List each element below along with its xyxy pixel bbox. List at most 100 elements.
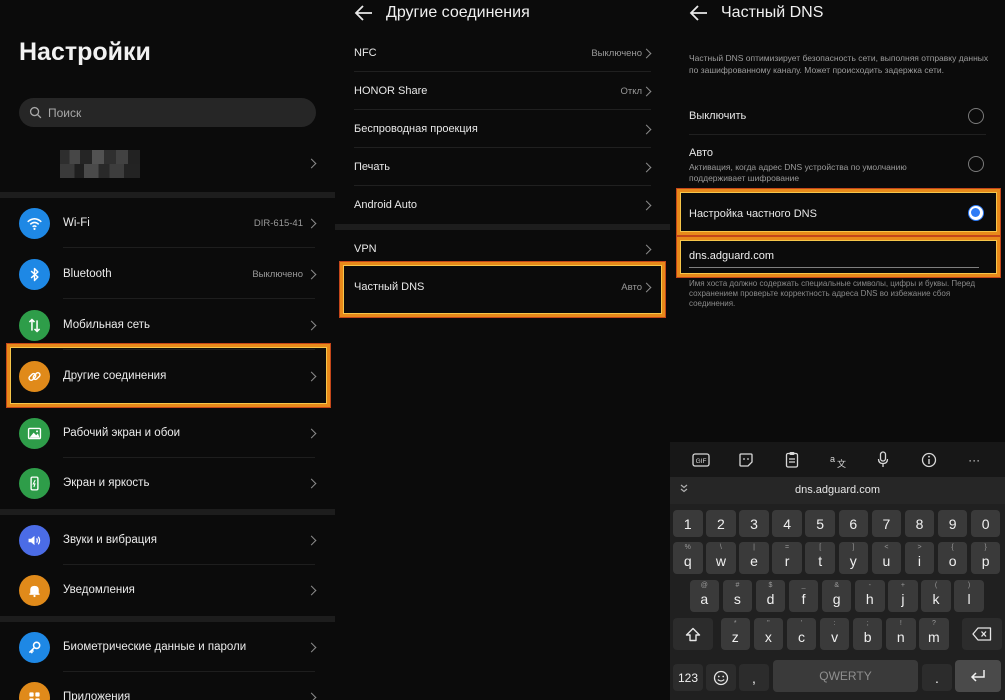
back-arrow-icon[interactable] <box>354 4 374 22</box>
key-v[interactable]: :v <box>819 618 850 650</box>
blurred-account-name <box>60 150 140 178</box>
settings-item-sounds[interactable]: Звуки и вибрация <box>0 515 335 565</box>
radio-auto[interactable] <box>968 156 984 172</box>
key-m[interactable]: ? m <box>919 618 949 650</box>
shift-key[interactable] <box>673 618 713 650</box>
account-row[interactable] <box>0 140 335 186</box>
list-item-printing[interactable]: Печать <box>335 148 670 186</box>
key-b[interactable]: ; b <box>852 618 883 650</box>
key-6[interactable]: 6 <box>838 510 869 537</box>
list-item-wireless-projection[interactable]: Беспроводная проекция <box>335 110 670 148</box>
list-item-android-auto[interactable]: Android Auto <box>335 186 670 224</box>
key-x[interactable]: " x <box>753 618 784 650</box>
key-o[interactable]: {o <box>937 542 968 574</box>
list-item-label: NFC <box>354 47 377 59</box>
key-label: w <box>715 553 726 569</box>
key-d[interactable]: $ d <box>755 580 786 612</box>
key-l[interactable]: ) l <box>954 580 984 612</box>
emoji-key[interactable] <box>706 664 736 691</box>
key-123[interactable]: 123 <box>673 664 703 691</box>
list-item-nfc[interactable]: NFC Выключено <box>335 34 670 72</box>
settings-item-notifications[interactable]: Уведомления <box>0 565 335 615</box>
microphone-icon[interactable] <box>872 450 894 470</box>
radio-custom[interactable] <box>968 205 984 221</box>
key-n[interactable]: ! n <box>886 618 916 650</box>
settings-item-label: Экран и яркость <box>63 477 150 489</box>
settings-item-other-connections[interactable]: Другие соединения <box>0 351 335 401</box>
svg-text:GIF: GIF <box>695 458 706 465</box>
key-a[interactable]: @ a <box>689 580 720 612</box>
back-arrow-icon[interactable] <box>689 4 709 22</box>
key-c[interactable]: ' c <box>786 618 817 650</box>
key-f[interactable]: _ f <box>788 580 819 612</box>
key-1[interactable]: 1 <box>673 510 703 537</box>
key-7[interactable]: 7 <box>871 510 902 537</box>
key-4[interactable]: 4 <box>772 510 802 537</box>
hint-text: Имя хоста должно содержать специальные с… <box>689 279 975 308</box>
dns-hostname-input[interactable] <box>689 244 979 268</box>
backspace-icon <box>972 627 992 641</box>
key-i[interactable]: > i <box>904 542 935 574</box>
key-8[interactable]: 8 <box>904 510 935 537</box>
list-item-private-dns[interactable]: Частный DNS Авто <box>335 268 670 306</box>
enter-key[interactable] <box>955 660 1001 692</box>
key-secondary-label: ' <box>800 620 803 627</box>
settings-item-label: Звуки и вибрация <box>63 534 157 546</box>
key-u[interactable]: < u <box>871 542 902 574</box>
key-y[interactable]: ] y <box>838 542 869 574</box>
key-label: q <box>683 553 692 569</box>
key-g[interactable]: & g <box>821 580 852 612</box>
more-icon[interactable]: ··· <box>963 450 985 470</box>
settings-item-display[interactable]: Экран и яркость <box>0 458 335 508</box>
translate-icon[interactable]: a文 <box>826 450 848 470</box>
key-s[interactable]: # s <box>722 580 753 612</box>
backspace-key[interactable] <box>962 618 1002 650</box>
settings-item-home-screen[interactable]: Рабочий экран и обои <box>0 408 335 458</box>
space-key[interactable]: QWERTY <box>773 660 918 692</box>
key-t[interactable]: [t <box>805 542 835 574</box>
key-q[interactable]: % q <box>673 542 703 574</box>
key-3[interactable]: 3 <box>739 510 769 537</box>
bell-icon <box>19 574 50 606</box>
chevron-right-icon <box>306 320 317 330</box>
clipboard-icon[interactable] <box>781 450 803 470</box>
key-k[interactable]: (k <box>921 580 951 612</box>
settings-item-mobile[interactable]: Мобильная сеть <box>0 300 335 350</box>
key-h[interactable]: -h <box>855 580 885 612</box>
list-item-vpn[interactable]: VPN <box>335 230 670 268</box>
key-comma[interactable]: , <box>739 664 769 691</box>
key-2[interactable]: 2 <box>706 510 736 537</box>
list-item-label: Печать <box>354 161 391 173</box>
key-secondary-label: @ <box>700 582 708 589</box>
key-period[interactable]: . <box>922 664 952 691</box>
keyboard: GIF a文 ··· dns.adguard.com 123 , QWERTY … <box>670 442 1005 700</box>
key-z[interactable]: * z <box>720 618 751 650</box>
shift-icon <box>685 627 701 641</box>
list-item-value: Откл <box>620 85 642 97</box>
key-r[interactable]: = r <box>772 542 802 574</box>
key-w[interactable]: \ w <box>706 542 736 574</box>
key-label: c <box>797 629 805 645</box>
chevron-right-icon <box>641 86 652 96</box>
key-9[interactable]: 9 <box>937 510 968 537</box>
key-5[interactable]: 5 <box>805 510 835 537</box>
radio-off[interactable] <box>968 108 984 124</box>
key-e[interactable]: | e <box>739 542 769 574</box>
search-input[interactable] <box>48 105 288 120</box>
key-secondary-label: \ <box>719 544 722 551</box>
settings-item-label: Мобильная сеть <box>63 319 151 331</box>
key-0[interactable]: 0 <box>970 510 1001 537</box>
list-item-honor-share[interactable]: HONOR Share Откл <box>335 72 670 110</box>
suggestion[interactable]: dns.adguard.com <box>670 484 1005 496</box>
settings-item-wifi[interactable]: Wi-Fi DIR-615-41 <box>0 198 335 248</box>
settings-item-apps[interactable]: Приложения <box>0 672 335 700</box>
settings-item-biometrics[interactable]: Биометрические данные и пароли <box>0 622 335 672</box>
key-label: z <box>731 629 739 645</box>
search-bar[interactable] <box>19 98 316 127</box>
gif-icon[interactable]: GIF <box>690 450 712 470</box>
info-icon[interactable] <box>918 450 940 470</box>
key-j[interactable]: + j <box>888 580 918 612</box>
key-p[interactable]: } p <box>970 542 1001 574</box>
sticker-icon[interactable] <box>735 450 757 470</box>
settings-item-bluetooth[interactable]: Bluetooth Выключено <box>0 249 335 299</box>
